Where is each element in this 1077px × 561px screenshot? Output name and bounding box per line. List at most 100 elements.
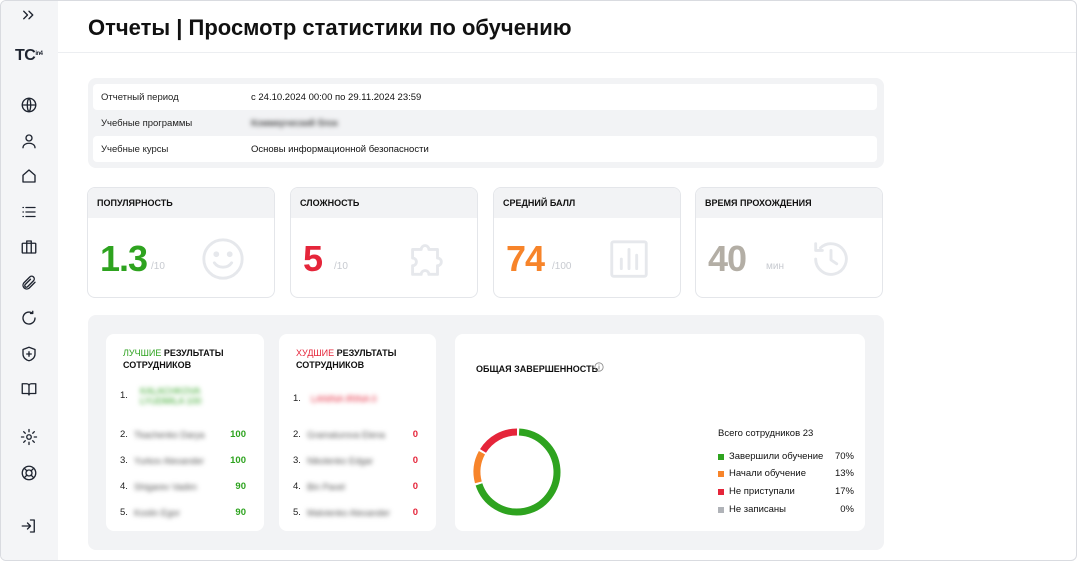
metric-unit: мин xyxy=(766,261,784,272)
rank: 5. xyxy=(120,507,128,518)
metric-card-popularity: ПОПУЛЯРНОСТЬ 1.3 /10 xyxy=(87,187,275,298)
metric-value: 74 xyxy=(506,238,545,279)
filter-label: Учебные программы xyxy=(101,118,193,129)
rank: 2. xyxy=(120,429,128,440)
filter-value: Коммерческий блок xyxy=(251,118,338,129)
metric-unit: /10 xyxy=(151,261,165,272)
user-icon[interactable] xyxy=(17,129,41,153)
employee-name: Nikolenko Edgar xyxy=(307,456,374,466)
logout-icon[interactable] xyxy=(17,514,41,538)
legend-item-not-enrolled: Не записаны 0% xyxy=(718,504,854,518)
filter-value: Основы информационной безопасности xyxy=(251,144,429,155)
employee-name: Koslin Egor xyxy=(134,508,181,518)
rank: 2. xyxy=(293,429,301,440)
legend-percent: 0% xyxy=(840,504,854,515)
panel-title: ЛУЧШИЕ РЕЗУЛЬТАТЫ СОТРУДНИКОВ xyxy=(123,347,263,371)
metric-card-difficulty: СЛОЖНОСТЬ 5 /10 xyxy=(290,187,478,298)
donut-segment-1 xyxy=(473,451,486,484)
metric-value: 5 xyxy=(303,238,323,279)
rank: 1. xyxy=(293,393,301,404)
paperclip-icon[interactable] xyxy=(17,271,41,295)
legend-swatch xyxy=(718,471,724,477)
metric-unit: /100 xyxy=(552,261,572,272)
employee-name: KALACHKOVA LYUDMILA 100 xyxy=(140,386,202,406)
lifebuoy-icon[interactable] xyxy=(17,461,41,485)
employee-name: Tkachenko Darya xyxy=(134,430,205,440)
total-employees: Всего сотрудников 23 xyxy=(718,428,814,439)
list-icon[interactable] xyxy=(17,200,41,224)
legend-swatch xyxy=(718,507,724,513)
donut-segment-2 xyxy=(480,428,518,453)
title-highlight: ЛУЧШИЕ xyxy=(123,348,162,358)
legend-swatch xyxy=(718,454,724,460)
legend-percent: 13% xyxy=(834,468,854,479)
legend-label: Начали обучение xyxy=(729,468,806,479)
score: 0 xyxy=(412,481,418,492)
smile-icon xyxy=(200,236,246,282)
completion-title: ОБЩАЯ ЗАВЕРШЕННОСТЬ xyxy=(476,364,599,374)
metric-value: 40 xyxy=(708,238,747,279)
legend-label: Не приступали xyxy=(729,486,795,497)
bar-chart-icon xyxy=(606,236,652,282)
score: 0 xyxy=(412,455,418,466)
metric-title: СЛОЖНОСТЬ xyxy=(291,188,477,218)
score: 0 xyxy=(412,507,418,518)
score: 90 xyxy=(235,507,246,518)
results-section: ЛУЧШИЕ РЕЗУЛЬТАТЫ СОТРУДНИКОВ 1. KALACHK… xyxy=(88,315,884,550)
employee-name: Shigarev Vadim xyxy=(134,482,197,492)
completion-panel: ОБЩАЯ ЗАВЕРШЕННОСТЬ Всего сотрудников 23… xyxy=(455,334,865,531)
metric-unit: /10 xyxy=(334,261,348,272)
filter-row-period[interactable]: Отчетный период с 24.10.2024 00:00 по 29… xyxy=(93,84,877,110)
rank: 5. xyxy=(293,507,301,518)
shield-plus-icon[interactable] xyxy=(17,342,41,366)
metric-title: ПОПУЛЯРНОСТЬ xyxy=(88,188,274,218)
legend-item-not-started: Не приступали 17% xyxy=(718,486,854,500)
employee-name: Yurkov Alexander xyxy=(134,456,205,466)
legend-swatch xyxy=(718,489,724,495)
legend-percent: 17% xyxy=(834,486,854,497)
filter-label: Отчетный период xyxy=(101,92,179,103)
info-icon[interactable] xyxy=(594,362,604,372)
gear-icon[interactable] xyxy=(17,425,41,449)
report-filters: Отчетный период с 24.10.2024 00:00 по 29… xyxy=(88,78,884,168)
history-icon xyxy=(808,236,854,282)
app-window: TCin4 Отчеты | Просмотр статистики по об… xyxy=(0,0,1077,561)
expand-icon[interactable] xyxy=(17,3,41,27)
employee-name: LANINA IRINA 0 xyxy=(311,394,377,404)
employee-name: Gramaturova Elena xyxy=(307,430,386,440)
page-title: Отчеты | Просмотр статистики по обучению xyxy=(88,15,572,40)
filter-row-courses[interactable]: Учебные курсы Основы информационной безо… xyxy=(93,136,877,162)
score: 0 xyxy=(412,429,418,440)
logo-suffix: in4 xyxy=(35,51,43,57)
score: 100 xyxy=(230,455,246,466)
legend-percent: 70% xyxy=(834,451,854,462)
best-results-panel: ЛУЧШИЕ РЕЗУЛЬТАТЫ СОТРУДНИКОВ 1. KALACHK… xyxy=(106,334,264,531)
score: 100 xyxy=(230,429,246,440)
filter-value: с 24.10.2024 00:00 по 29.11.2024 23:59 xyxy=(251,92,422,103)
logo-text: TC xyxy=(15,47,36,64)
title-highlight: ХУДШИЕ xyxy=(296,348,335,358)
rank: 4. xyxy=(293,481,301,492)
legend-label: Завершили обучение xyxy=(729,451,824,462)
book-icon[interactable] xyxy=(17,377,41,401)
header-divider xyxy=(58,52,1076,53)
refresh-icon[interactable] xyxy=(17,306,41,330)
home-icon[interactable] xyxy=(17,164,41,188)
panel-title: ХУДШИЕ РЕЗУЛЬТАТЫ СОТРУДНИКОВ xyxy=(296,347,436,371)
metric-title: СРЕДНИЙ БАЛЛ xyxy=(494,188,680,218)
metric-title: ВРЕМЯ ПРОХОЖДЕНИЯ xyxy=(696,188,882,218)
employee-name: Malvienko Alexander xyxy=(307,508,391,518)
briefcase-icon[interactable] xyxy=(17,235,41,259)
legend-label: Не записаны xyxy=(729,504,786,515)
legend-item-started: Начали обучение 13% xyxy=(718,468,854,482)
rank: 1. xyxy=(120,390,128,401)
employee-name: Bin Pavel xyxy=(307,482,346,492)
filter-row-programs[interactable]: Учебные программы Коммерческий блок xyxy=(93,110,877,136)
rank: 3. xyxy=(293,455,301,466)
globe-icon[interactable] xyxy=(17,93,41,117)
score: 90 xyxy=(235,481,246,492)
metric-card-duration: ВРЕМЯ ПРОХОЖДЕНИЯ 40 мин xyxy=(695,187,883,298)
puzzle-icon xyxy=(403,236,449,282)
logo[interactable]: TCin4 xyxy=(15,47,43,65)
sidebar: TCin4 xyxy=(1,1,58,560)
